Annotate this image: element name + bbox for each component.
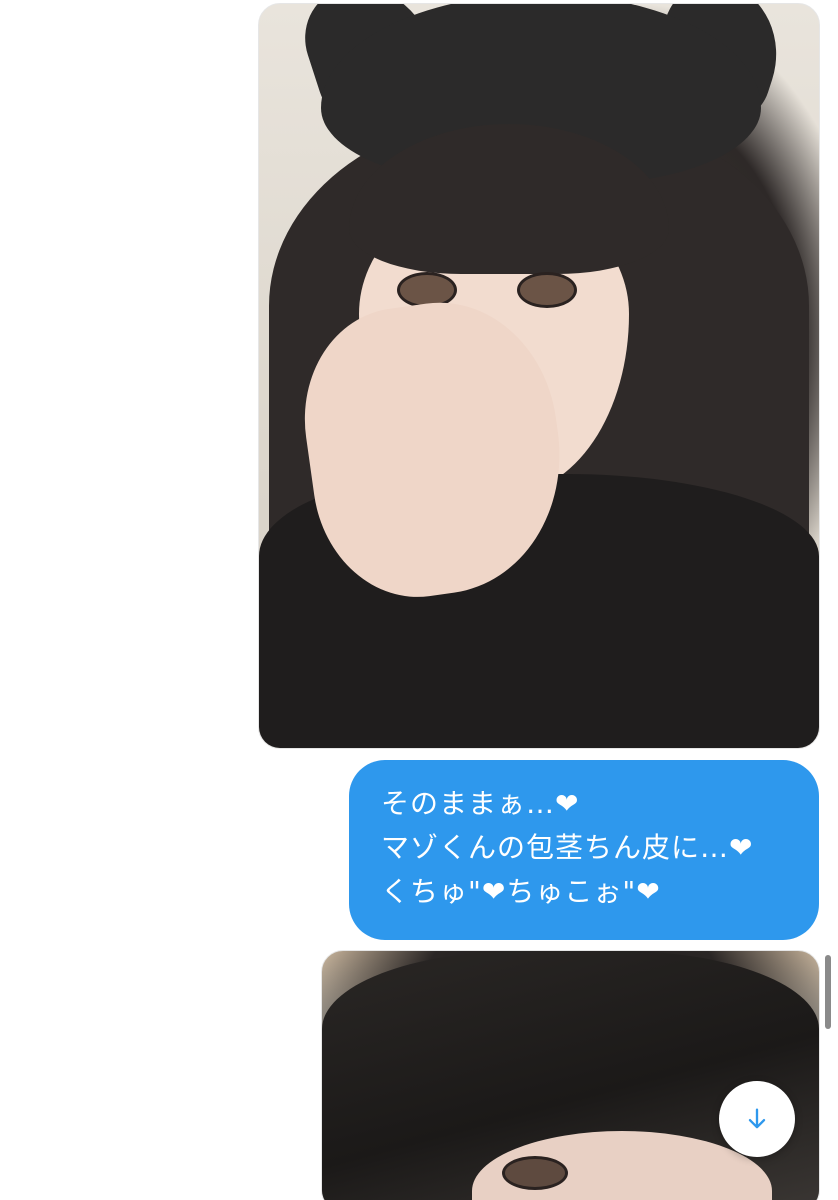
arrow-down-icon	[748, 1108, 766, 1129]
message-text-line: そのままぁ…❤	[381, 787, 580, 820]
sent-text-message[interactable]: そのままぁ…❤ マゾくんの包茎ちん皮に…❤ くちゅ"❤ちゅこぉ"❤	[349, 760, 819, 940]
message-thread: そのままぁ…❤ マゾくんの包茎ちん皮に…❤ くちゅ"❤ちゅこぉ"❤	[0, 0, 838, 1200]
message-text-line: くちゅ"❤ちゅこぉ"❤	[381, 875, 661, 908]
sent-photo-message[interactable]	[258, 3, 820, 749]
message-text-line: マゾくんの包茎ちん皮に…❤	[381, 831, 754, 864]
scroll-to-bottom-button[interactable]	[719, 1081, 795, 1157]
photo-eye	[517, 272, 577, 308]
scrollbar-thumb[interactable]	[825, 955, 831, 1029]
photo-eye	[502, 1156, 568, 1190]
sent-photo-message[interactable]	[321, 950, 820, 1200]
